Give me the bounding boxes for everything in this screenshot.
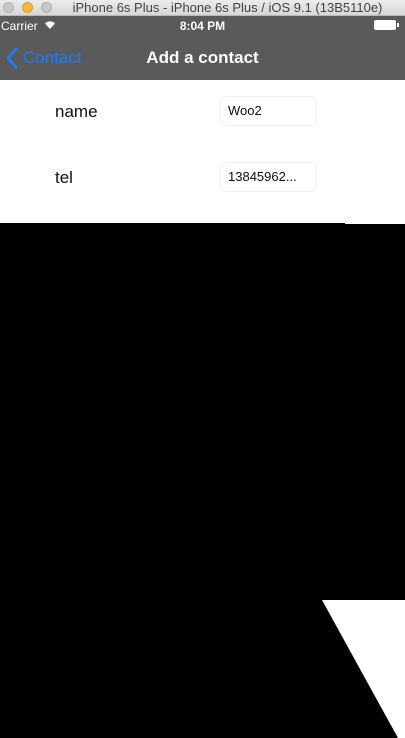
- navigation-bar: Contact Add a contact: [0, 36, 405, 80]
- form-row-tel: tel 13845962...: [0, 146, 405, 212]
- battery-icon: [374, 20, 399, 30]
- simulator-title-bar: iPhone 6s Plus - iPhone 6s Plus / iOS 9.…: [0, 0, 405, 16]
- contact-form: name Woo2 tel 13845962...: [0, 80, 405, 223]
- status-bar: Carrier 8:04 PM: [0, 16, 405, 36]
- page-title: Add a contact: [146, 48, 259, 67]
- form-row-name: name Woo2: [0, 80, 405, 146]
- window-close-button[interactable]: [3, 2, 14, 13]
- name-field[interactable]: Woo2: [220, 96, 317, 126]
- name-label: name: [55, 102, 98, 121]
- window-minimize-button[interactable]: [22, 2, 33, 13]
- window-title: iPhone 6s Plus - iPhone 6s Plus / iOS 9.…: [72, 0, 383, 15]
- status-time: 8:04 PM: [179, 19, 226, 33]
- tel-field[interactable]: 13845962...: [220, 162, 317, 192]
- window-zoom-button[interactable]: [41, 2, 52, 13]
- tel-label: tel: [55, 168, 73, 187]
